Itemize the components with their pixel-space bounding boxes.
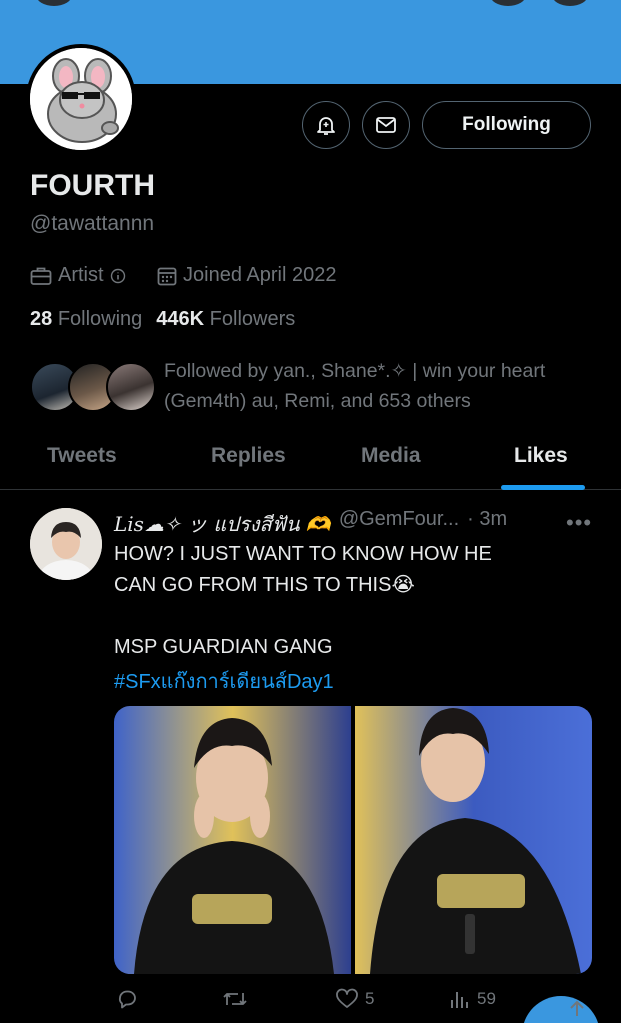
tweet-text: HOW? I JUST WANT TO KNOW HOW HE CAN GO F… (114, 543, 492, 658)
followed-by-text[interactable]: Followed by yan., Shane*.✧ | win your he… (164, 356, 594, 416)
photo-image (355, 706, 592, 974)
tweet-media[interactable] (114, 706, 592, 974)
heart-icon (336, 988, 358, 1008)
tweet-author-name[interactable]: Lis☁✧ ッ แปรงสีฟัน 🫶 (114, 508, 331, 540)
photo-image (114, 706, 351, 974)
joined-label: Joined April 2022 (183, 264, 337, 286)
share-icon (570, 1000, 584, 1016)
author-photo (30, 508, 102, 580)
profile-stats: 28 Following 446K Followers (30, 308, 295, 331)
tab-tweets[interactable]: Tweets (47, 444, 117, 468)
profile-avatar[interactable] (26, 44, 136, 154)
retweet-icon (223, 993, 247, 1005)
profile-name: FOURTH (30, 169, 155, 202)
like-count: 5 (365, 989, 375, 1008)
category-label: Artist (58, 264, 104, 286)
tweet-photo-left[interactable] (114, 706, 351, 974)
mail-icon (376, 117, 396, 133)
tweet-photo-right[interactable] (355, 706, 592, 974)
tweet-time: · 3m (467, 508, 508, 530)
compose-tweet-button[interactable] (522, 996, 600, 1023)
following-button[interactable]: Following (422, 101, 591, 149)
reply-button[interactable] (116, 988, 144, 1010)
view-count: 59 (477, 989, 496, 1008)
search-button[interactable] (490, 0, 526, 6)
tweet-hashtag[interactable]: #SFxแก๊งการ์เดียนส์Day1 (114, 665, 334, 697)
bell-plus-icon (317, 117, 335, 135)
reply-icon (118, 990, 136, 1009)
like-button[interactable]: 5 (335, 988, 374, 1010)
notifications-button[interactable] (302, 101, 350, 149)
views-icon (451, 992, 468, 1008)
following-stat[interactable]: 28 Following (30, 308, 142, 331)
retweet-button[interactable] (222, 988, 254, 1010)
more-options-button[interactable] (552, 0, 588, 6)
briefcase-icon (30, 267, 52, 285)
profile-joined: Joined April 2022 (157, 264, 336, 287)
tab-likes[interactable]: Likes (514, 444, 568, 468)
following-label: Following (57, 308, 143, 330)
back-button[interactable] (36, 0, 72, 6)
tweet-author-avatar[interactable] (30, 508, 102, 580)
profile-handle: @tawattannn (30, 212, 155, 235)
info-icon[interactable] (110, 268, 126, 284)
message-button[interactable] (362, 101, 410, 149)
tab-replies[interactable]: Replies (211, 444, 286, 468)
followers-stat[interactable]: 446K Followers (156, 308, 295, 331)
tweet-author-handle[interactable]: @GemFour... (339, 508, 459, 540)
followers-count: 446K (156, 308, 205, 330)
views-button[interactable]: 59 (449, 988, 496, 1010)
tweet-header: Lis☁✧ ッ แปรงสีฟัน 🫶 @GemFour... · 3m (114, 508, 507, 540)
profile-tabs: Tweets Replies Media Likes (0, 432, 621, 490)
profile-category[interactable]: Artist (30, 264, 126, 287)
mutual-follower-avatar[interactable] (106, 362, 156, 412)
more-icon[interactable]: ••• (566, 510, 592, 536)
calendar-icon (157, 267, 177, 285)
active-tab-indicator (501, 485, 585, 490)
chinchilla-avatar-image (30, 48, 132, 150)
followers-label: Followers (209, 308, 296, 330)
following-count: 28 (30, 308, 53, 330)
tab-media[interactable]: Media (361, 444, 421, 468)
